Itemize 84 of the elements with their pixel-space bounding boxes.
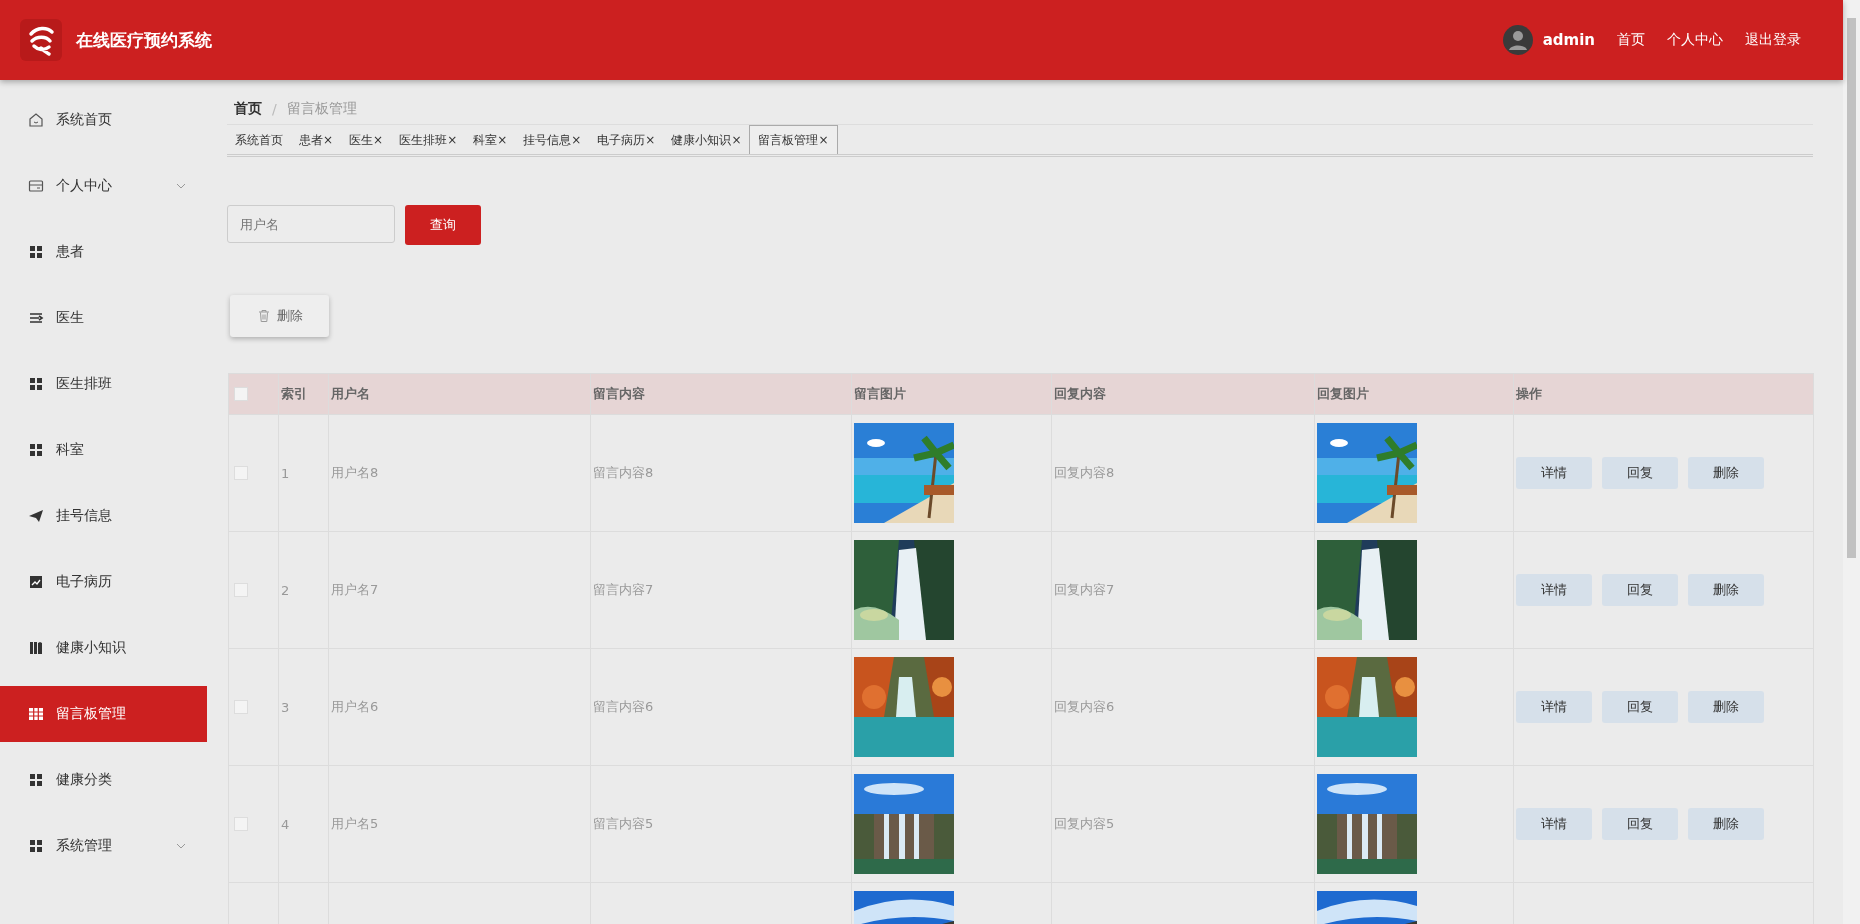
table-cell: 4 (281, 816, 290, 832)
action-button[interactable]: 详情 (1516, 808, 1592, 840)
sidebar-item[interactable]: 电子病历 (0, 554, 207, 610)
action-button[interactable]: 回复 (1602, 691, 1678, 723)
tab[interactable]: 医生排班× (391, 126, 466, 154)
table-cell: 留言内容5 (593, 816, 654, 831)
sidebar-item[interactable]: 留言板管理 (0, 686, 207, 742)
menu-icon (28, 244, 44, 260)
sidebar-item[interactable]: 系统管理 (0, 818, 207, 874)
table-cell: 留言内容7 (593, 582, 654, 597)
nav-link[interactable]: 个人中心 (1667, 31, 1723, 49)
breadcrumb-separator: / (272, 101, 277, 117)
table-cell: 留言内容8 (593, 465, 654, 480)
sidebar-item[interactable]: 科室 (0, 422, 207, 478)
sidebar-item[interactable]: 健康小知识 (0, 620, 207, 676)
column-header: 回复内容 (1051, 373, 1315, 415)
tab[interactable]: 挂号信息× (515, 126, 590, 154)
checkbox[interactable] (234, 387, 248, 401)
delete-button[interactable]: 删除 (230, 295, 329, 337)
tab[interactable]: 科室× (465, 126, 516, 154)
menu-icon (28, 442, 44, 458)
table-cell: 回复内容6 (1054, 699, 1115, 714)
logo-icon (20, 19, 62, 61)
menu-icon (28, 574, 44, 590)
tab[interactable]: 患者× (291, 126, 342, 154)
menu-icon (28, 640, 44, 656)
table-cell: 2 (281, 582, 290, 598)
table-cell: 用户名5 (331, 816, 379, 831)
menu-icon (28, 772, 44, 788)
menu-icon (28, 706, 44, 722)
search-button[interactable]: 查询 (405, 205, 481, 245)
trash-icon (256, 309, 271, 323)
column-header: 操作 (1513, 373, 1814, 415)
nav-link[interactable]: 退出登录 (1745, 31, 1801, 49)
sidebar-item[interactable]: 健康分类 (0, 752, 207, 808)
column-header: 索引 (278, 373, 329, 415)
tab[interactable]: 系统首页 (227, 126, 291, 154)
menu-icon (28, 112, 44, 128)
table-cell: 回复内容7 (1054, 582, 1115, 597)
column-header: 留言图片 (851, 373, 1052, 415)
tab[interactable]: 医生× (341, 126, 392, 154)
sidebar-item[interactable]: 医生 (0, 290, 207, 346)
tab[interactable]: 留言板管理× (749, 125, 838, 154)
tab[interactable]: 健康小知识× (663, 126, 750, 154)
action-button[interactable]: 删除 (1688, 691, 1764, 723)
table-cell: 回复内容5 (1054, 816, 1115, 831)
table-cell: 留言内容6 (593, 699, 654, 714)
action-button[interactable]: 回复 (1602, 808, 1678, 840)
menu-icon (28, 310, 44, 326)
table-cell: 1 (281, 465, 290, 481)
table-cell: 回复内容8 (1054, 465, 1115, 480)
action-button[interactable]: 回复 (1602, 457, 1678, 489)
tab[interactable]: 电子病历× (589, 126, 664, 154)
action-button[interactable]: 删除 (1688, 457, 1764, 489)
action-button[interactable]: 删除 (1688, 808, 1764, 840)
search-field[interactable]: 用户名 (227, 205, 395, 243)
menu-icon (28, 178, 44, 194)
username: admin (1542, 31, 1595, 49)
sidebar-item[interactable]: 医生排班 (0, 356, 207, 412)
scrollbar[interactable] (1843, 0, 1860, 924)
sidebar-item[interactable]: 系统首页 (0, 92, 207, 148)
app-title: 在线医疗预约系统 (76, 28, 212, 52)
sidebar-item[interactable]: 个人中心 (0, 158, 207, 214)
action-button[interactable]: 详情 (1516, 574, 1592, 606)
nav-link[interactable]: 首页 (1617, 31, 1645, 49)
table-cell: 用户名6 (331, 699, 379, 714)
breadcrumb-link[interactable]: 首页 (234, 100, 262, 118)
table-cell: 3 (281, 699, 290, 715)
sidebar-item[interactable]: 患者 (0, 224, 207, 280)
column-header: 留言内容 (590, 373, 852, 415)
menu-icon (28, 838, 44, 854)
action-button[interactable]: 删除 (1688, 574, 1764, 606)
sidebar-item[interactable]: 挂号信息 (0, 488, 207, 544)
breadcrumb-current: 留言板管理 (286, 100, 357, 118)
action-button[interactable]: 详情 (1516, 457, 1592, 489)
action-button[interactable]: 详情 (1516, 691, 1592, 723)
action-button[interactable]: 回复 (1602, 574, 1678, 606)
menu-icon (28, 508, 44, 524)
menu-icon (28, 376, 44, 392)
table-cell: 用户名7 (331, 582, 379, 597)
avatar-icon (1502, 25, 1533, 55)
column-header: 回复图片 (1314, 373, 1514, 415)
column-header: 用户名 (328, 373, 591, 415)
table-cell: 用户名8 (331, 465, 379, 480)
